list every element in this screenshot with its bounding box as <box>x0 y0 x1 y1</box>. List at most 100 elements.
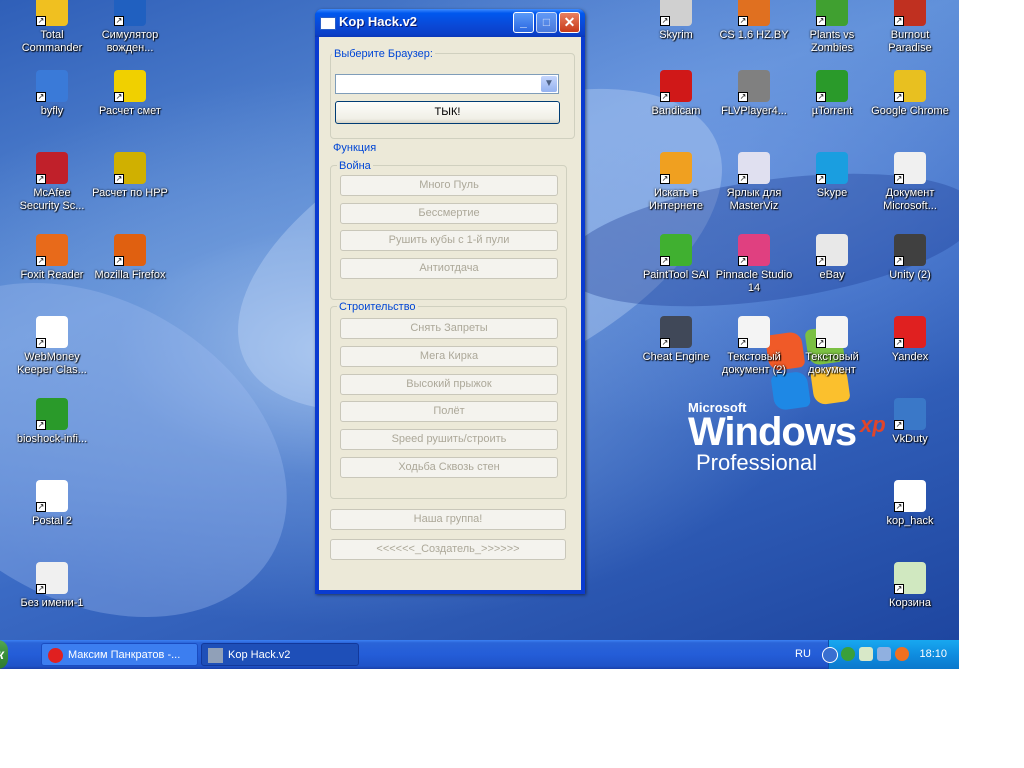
utorrent-icon: ↗ <box>36 398 68 430</box>
hardhat-icon: ↗ <box>114 70 146 102</box>
shortcut-arrow-icon: ↗ <box>36 256 46 266</box>
build-button[interactable]: Высокий прыжок <box>340 373 558 395</box>
desktop-icon[interactable]: ↗ Документ Microsoft... <box>870 152 950 213</box>
security-tray-icon[interactable] <box>859 647 873 661</box>
shortcut-arrow-icon: ↗ <box>114 92 124 102</box>
desktop-icon[interactable]: ↗ Корзина <box>870 562 950 610</box>
worker-icon: ↗ <box>114 152 146 184</box>
war-button[interactable]: Много Пуль <box>340 175 558 196</box>
desktop-icon-label: Bandicam <box>651 105 701 117</box>
taskbar-item-browser[interactable]: Максим Панкратов -... <box>41 643 198 666</box>
close-button[interactable]: ✕ <box>559 12 580 33</box>
build-button[interactable]: Полёт <box>340 401 558 423</box>
desktop-icon[interactable]: ↗ Unity (2) <box>870 234 950 282</box>
desktop-icon[interactable]: ↗ kop_hack <box>870 480 950 528</box>
window-titlebar[interactable]: Kop Hack.v2 _ □ ✕ <box>315 9 585 37</box>
desktop-icon[interactable]: ↗ Расчет по HPP <box>90 152 170 200</box>
desktop-icon[interactable]: ↗ Burnout Paradise <box>870 0 950 55</box>
desktop-icon[interactable]: ↗ Plants vs Zombies <box>792 0 872 55</box>
shortcut-arrow-icon: ↗ <box>660 92 670 102</box>
tray-expand-icon[interactable] <box>822 647 838 663</box>
desktop-icon[interactable]: ↗ Google Chrome <box>870 70 950 118</box>
desktop-icon[interactable]: ↗ Foxit Reader <box>12 234 92 282</box>
desktop-icon[interactable]: ↗ µTorrent <box>792 70 872 118</box>
desktop-icon-label: Google Chrome <box>871 105 949 117</box>
skyrim-icon: ↗ <box>660 0 692 26</box>
desktop-icon[interactable]: ↗ Pinnacle Studio 14 <box>714 234 794 295</box>
desktop-icon[interactable]: ↗ WebMoney Keeper Clas... <box>12 316 92 377</box>
desktop-icon[interactable]: ↗ Mozilla Firefox <box>90 234 170 282</box>
language-indicator[interactable]: RU <box>795 648 811 660</box>
desktop-icon[interactable]: ↗ Yandex <box>870 316 950 364</box>
desktop-icon[interactable]: ↗ Skyrim <box>636 0 716 42</box>
shortcut-arrow-icon: ↗ <box>660 338 670 348</box>
build-button[interactable]: Ходьба Сквозь стен <box>340 457 558 478</box>
byfly-icon: ↗ <box>36 70 68 102</box>
browser-combobox[interactable]: ▼ <box>335 74 559 94</box>
desktop-icon-label: Mozilla Firefox <box>94 269 166 281</box>
desktop-icon[interactable]: ↗ Текстовый документ (2) <box>714 316 794 377</box>
tyk-button[interactable]: ТЫК! <box>335 101 560 124</box>
shortcut-arrow-icon: ↗ <box>894 92 904 102</box>
desktop-icon-label: Расчет по HPP <box>92 187 168 199</box>
kop-hack-icon <box>208 648 223 663</box>
war-button[interactable]: Рушить кубы с 1-й пули <box>340 230 558 251</box>
kop-hack-window[interactable]: Kop Hack.v2 _ □ ✕ Выберите Браузер: ▼ ТЫ… <box>315 9 585 594</box>
desktop-icon[interactable]: ↗ Skype <box>792 152 872 200</box>
network-tray-icon[interactable] <box>877 647 891 661</box>
window-app-icon <box>320 17 336 30</box>
desktop-icon[interactable]: ↗ Без имени-1 <box>12 562 92 610</box>
desktop-icon[interactable]: ↗ Ярлык для MasterViz <box>714 152 794 213</box>
desktop-icon[interactable]: ↗ Симулятор вожден... <box>90 0 170 55</box>
desktop-icon[interactable]: ↗ McAfee Security Sc... <box>12 152 92 213</box>
utorrent-icon: ↗ <box>816 70 848 102</box>
shortcut-arrow-icon: ↗ <box>738 16 748 26</box>
creator-button[interactable]: <<<<<<_Создатель_>>>>>> <box>330 539 566 560</box>
desktop-icon[interactable]: ↗ eBay <box>792 234 872 282</box>
war-button[interactable]: Бессмертие <box>340 202 558 224</box>
desktop-icon[interactable]: ↗ Расчет смет <box>90 70 170 118</box>
war-button[interactable]: Антиотдача <box>340 257 558 279</box>
desktop-icon[interactable]: ↗ byfly <box>12 70 92 118</box>
shortcut-arrow-icon: ↗ <box>894 584 904 594</box>
shortcut-arrow-icon: ↗ <box>36 502 46 512</box>
desktop-icon-label: Без имени-1 <box>20 597 84 609</box>
desktop-icon[interactable]: ↗ bioshock-infi... <box>12 398 92 446</box>
shortcut-arrow-icon: ↗ <box>894 174 904 184</box>
desktop-icon[interactable]: ↗ CS 1.6 HZ.BY <box>714 0 794 42</box>
build-button[interactable]: Speed рушить/строить <box>340 429 558 451</box>
chevron-down-icon[interactable]: ▼ <box>541 76 557 92</box>
utorrent-tray-icon[interactable] <box>841 647 855 661</box>
desktop-icon[interactable]: ↗ Postal 2 <box>12 480 92 528</box>
desktop-icon[interactable]: ↗ VkDuty <box>870 398 950 446</box>
shortcut-arrow-icon: ↗ <box>36 92 46 102</box>
shortcut-arrow-icon: ↗ <box>660 16 670 26</box>
paint-file-icon: ↗ <box>36 562 68 594</box>
our-group-button[interactable]: Наша группа! <box>330 509 566 530</box>
desktop-icon-label: Расчет смет <box>99 105 161 117</box>
clock: 18:10 <box>919 648 947 660</box>
desktop-icon[interactable]: ↗ Cheat Engine <box>636 316 716 364</box>
shortcut-arrow-icon: ↗ <box>114 256 124 266</box>
taskbar-item-kop-hack[interactable]: Kop Hack.v2 <box>201 643 359 666</box>
desktop-icon-label: µTorrent <box>811 105 853 117</box>
build-button[interactable]: Мега Кирка <box>340 345 558 367</box>
logo-edition: Professional <box>696 450 818 475</box>
shortcut-arrow-icon: ↗ <box>660 174 670 184</box>
shortcut-arrow-icon: ↗ <box>114 16 124 26</box>
desktop-icon-label: Burnout Paradise <box>888 29 932 54</box>
desktop-icon-label: Корзина <box>889 597 931 609</box>
desktop-icon[interactable]: ↗ PaintTool SAI <box>636 234 716 282</box>
desktop-icon[interactable]: ↗ Bandicam <box>636 70 716 118</box>
maximize-button[interactable]: □ <box>536 12 557 33</box>
desktop-icon[interactable]: ↗ FLVPlayer4... <box>714 70 794 118</box>
browser-groupbox <box>330 53 575 139</box>
start-button[interactable]: к <box>0 640 8 669</box>
desktop-icon[interactable]: ↗ Total Commander <box>12 0 92 55</box>
minimize-button[interactable]: _ <box>513 12 534 33</box>
desktop-icon[interactable]: ↗ Искать в Интернете <box>636 152 716 213</box>
desktop-icon[interactable]: ↗ Текстовый документ <box>792 316 872 377</box>
app-tray-icon[interactable] <box>895 647 909 661</box>
text-doc-icon: ↗ <box>738 316 770 348</box>
build-button[interactable]: Снять Запреты <box>340 318 558 339</box>
